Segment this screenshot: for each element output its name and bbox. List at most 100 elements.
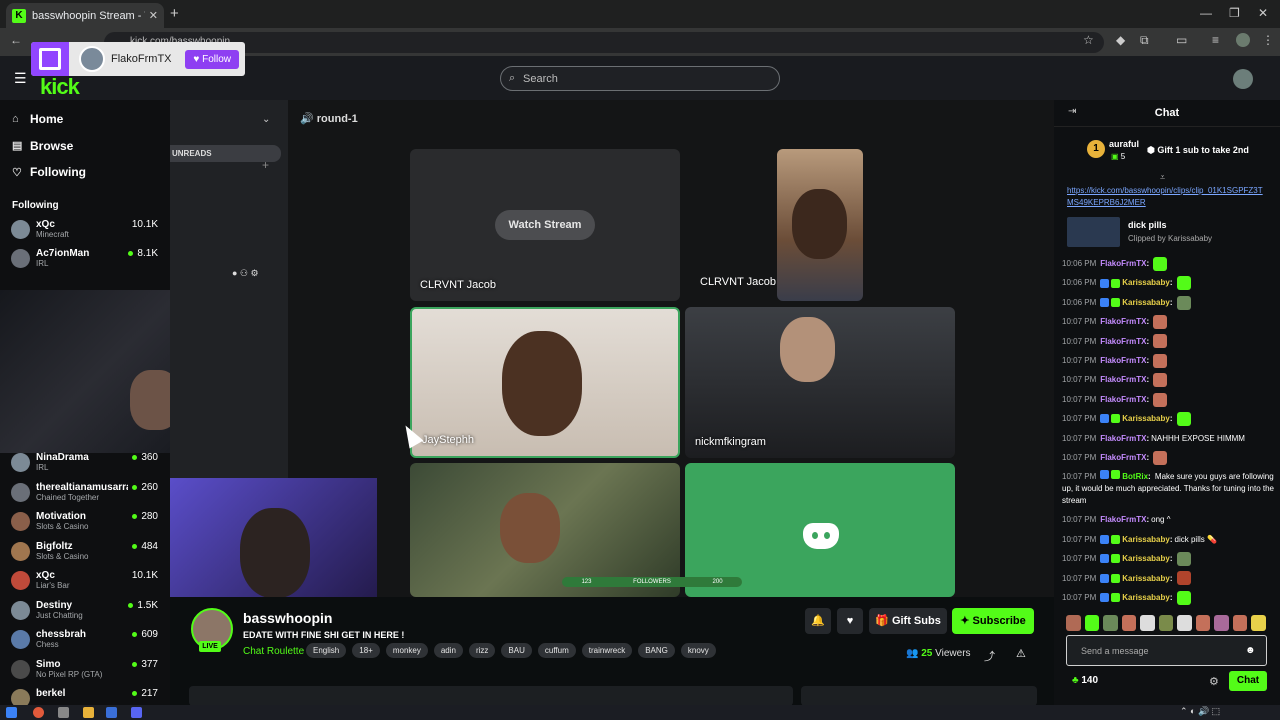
message-username[interactable]: Karissababy	[1122, 530, 1170, 549]
message-username[interactable]: Karissababy	[1122, 549, 1170, 568]
following-channel[interactable]: Ac7ionMan IRL 8.1K	[0, 248, 170, 278]
media-icon[interactable]: ≡	[1212, 33, 1219, 47]
stream-tag[interactable]: knovy	[680, 643, 716, 658]
following-channel[interactable]: xQc Minecraft 10.1K	[0, 219, 170, 249]
user-avatar[interactable]	[1233, 69, 1253, 89]
app-icon[interactable]	[58, 707, 69, 718]
watch-stream-button[interactable]: Watch Stream	[495, 210, 595, 240]
message-username[interactable]: Karissababy	[1122, 409, 1170, 428]
message-username[interactable]: FlakoFrmTX	[1100, 510, 1146, 529]
new-tab-icon[interactable]: +	[170, 5, 179, 22]
nav-browse[interactable]: ▤ Browse	[0, 133, 170, 160]
extension-icon[interactable]: ◆	[1116, 33, 1125, 47]
streamer-name[interactable]: basswhoopin	[243, 610, 332, 626]
system-tray[interactable]: ⌃ ◐ 🔊 ⬚	[1180, 706, 1220, 717]
expand-pinned-icon[interactable]: ⩡	[1160, 172, 1165, 183]
address-bar[interactable]: kick.com/basswhoopin	[104, 32, 1104, 53]
live-dot-icon	[132, 632, 138, 637]
share-icon[interactable]: ⤴	[984, 648, 995, 664]
start-icon[interactable]	[6, 707, 17, 718]
stream-tag[interactable]: rizz	[468, 643, 496, 658]
voice-controls-icon[interactable]: ● ⚇ ⚙	[232, 268, 259, 279]
message-username[interactable]: Karissababy	[1122, 293, 1170, 312]
channel-points[interactable]: ♣ 140	[1072, 675, 1098, 686]
nav-following[interactable]: ♡ Following	[0, 159, 170, 186]
kick-logo[interactable]: kick	[40, 74, 80, 100]
message-username[interactable]: FlakoFrmTX	[1100, 448, 1146, 467]
stream-tag[interactable]: BAU	[501, 643, 532, 658]
message-username[interactable]: FlakoFrmTX	[1100, 254, 1146, 273]
video-tile[interactable]: nickmfkingram	[685, 307, 955, 458]
report-icon[interactable]: ⚠	[1016, 647, 1026, 660]
search-input[interactable]: ⌕ Search	[500, 66, 780, 91]
message-username[interactable]: FlakoFrmTX	[1100, 312, 1146, 331]
stream-title: EDATE WITH FINE SHI GET IN HERE !	[243, 630, 405, 640]
bookmark-star-icon[interactable]: ☆	[1083, 33, 1094, 47]
clip-link[interactable]: https://kick.com/basswhoopin/clips/clip_…	[1067, 185, 1267, 209]
emoji-icon[interactable]: ☻	[1245, 645, 1256, 656]
emote-row[interactable]	[1066, 615, 1267, 631]
video-tile-active[interactable]: JayStephh	[410, 307, 680, 458]
following-channel[interactable]: Destiny Just Chatting 1.5K	[0, 600, 170, 630]
clip-thumbnail[interactable]	[1067, 217, 1120, 247]
discord-taskbar-icon[interactable]	[131, 707, 142, 718]
following-channel[interactable]: NinaDrama IRL 360	[0, 452, 170, 482]
tile-label: CLRVNT Jacob	[420, 279, 497, 291]
following-channel[interactable]: Simo No Pixel RP (GTA) 377	[0, 659, 170, 689]
clip-title[interactable]: dick pills	[1128, 220, 1167, 230]
plus-icon[interactable]: +	[262, 158, 269, 172]
steam-icon[interactable]	[106, 707, 117, 718]
message-username[interactable]: FlakoFrmTX	[1100, 370, 1146, 389]
channel-avatar	[11, 249, 30, 268]
message-username[interactable]: FlakoFrmTX	[1100, 332, 1146, 351]
video-tile[interactable]	[777, 149, 863, 301]
window-close-icon[interactable]: ✕	[1258, 6, 1268, 20]
chrome-icon[interactable]	[33, 707, 44, 718]
chevron-down-icon[interactable]: ⌄	[262, 114, 270, 125]
maximize-icon[interactable]: ❐	[1229, 6, 1240, 20]
message-username[interactable]: FlakoFrmTX	[1100, 429, 1146, 448]
chat-send-button[interactable]: Chat	[1229, 671, 1267, 691]
subscribe-button[interactable]: ✦ Subscribe	[952, 608, 1034, 634]
message-username[interactable]: FlakoFrmTX	[1100, 390, 1146, 409]
browser-tab[interactable]: K basswhoopin Stream - Wat ✕	[6, 3, 164, 28]
message-username[interactable]: BotRix	[1122, 472, 1148, 481]
back-icon[interactable]: ←	[10, 33, 22, 47]
cast-icon[interactable]: ▭	[1176, 33, 1187, 47]
stream-tag[interactable]: monkey	[385, 643, 428, 658]
message-time: 10:07 PM	[1062, 453, 1097, 463]
chat-settings-gear-icon[interactable]: ⚙	[1209, 675, 1219, 688]
notification-bell-icon[interactable]: 🔔	[805, 608, 831, 634]
stream-tag[interactable]: trainwreck	[581, 643, 633, 658]
chat-input[interactable]: Send a message	[1066, 635, 1267, 666]
following-channel[interactable]: xQc Liar's Bar 10.1K	[0, 570, 170, 600]
overlay-follow-button[interactable]: ♥ Follow	[185, 49, 239, 69]
stream-category[interactable]: Chat Roulette	[243, 646, 304, 657]
close-tab-icon[interactable]: ✕	[149, 9, 158, 22]
following-channel[interactable]: Motivation Slots & Casino 280	[0, 511, 170, 541]
minimize-icon[interactable]: —	[1200, 6, 1212, 20]
stream-tag[interactable]: BANG	[638, 643, 675, 658]
folder-icon[interactable]	[83, 707, 94, 718]
stream-tag[interactable]: cuffum	[537, 643, 576, 658]
follow-heart-icon[interactable]: ♥	[837, 608, 863, 634]
following-channel[interactable]: chessbrah Chess 609	[0, 629, 170, 659]
message-username[interactable]: Karissababy	[1122, 273, 1170, 292]
message-username[interactable]: Karissababy	[1122, 569, 1170, 588]
top-gifter-name[interactable]: auraful	[1109, 139, 1139, 149]
stream-tag[interactable]: English	[306, 643, 347, 658]
hamburger-menu-icon[interactable]: ☰	[14, 70, 27, 87]
following-channel[interactable]: therealtianamusarra Chained Together 260	[0, 482, 170, 512]
stream-tag[interactable]: 18+	[352, 643, 380, 658]
puzzle-icon[interactable]: ⧉	[1140, 33, 1149, 48]
menu-dots-icon[interactable]: ⋮	[1262, 33, 1274, 47]
message-username[interactable]: FlakoFrmTX	[1100, 351, 1146, 370]
message-username[interactable]: Karissababy	[1122, 588, 1170, 607]
gift-cta[interactable]: ⬢ Gift 1 sub to take 2nd	[1147, 145, 1249, 156]
gift-subs-button[interactable]: 🎁 Gift Subs	[869, 608, 947, 634]
collapse-chat-icon[interactable]: ⇥	[1068, 106, 1076, 117]
profile-avatar[interactable]	[1236, 33, 1250, 47]
following-channel[interactable]: Bigfoltz Slots & Casino 484	[0, 541, 170, 571]
nav-home[interactable]: ⌂ Home	[0, 106, 170, 133]
stream-tag[interactable]: adin	[433, 643, 463, 658]
